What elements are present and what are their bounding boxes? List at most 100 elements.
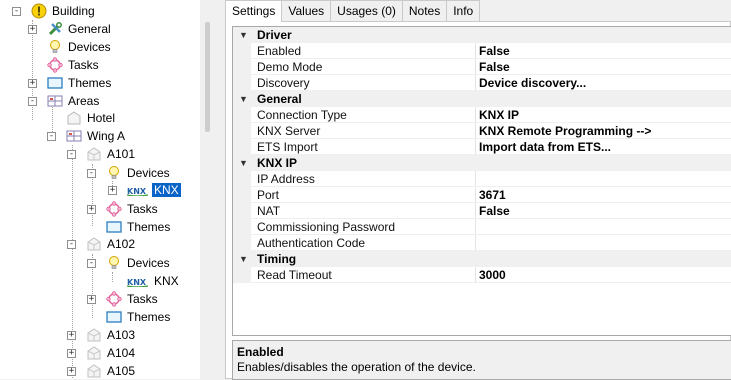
tab-values[interactable]: Values	[281, 0, 332, 21]
column-divider[interactable]	[475, 43, 476, 59]
category-collapse-icon[interactable]: ▼	[239, 254, 249, 264]
tree-node[interactable]: Hotel	[66, 109, 117, 127]
tree-node[interactable]: General	[47, 20, 113, 38]
tree-node[interactable]: A105	[86, 362, 137, 379]
tree-node-label: Building	[52, 4, 95, 18]
collapse-toggle[interactable]: -	[28, 97, 37, 106]
property-value[interactable]: Import data from ETS...	[479, 140, 729, 154]
property-row[interactable]: Port 3671	[233, 187, 731, 203]
project-tree[interactable]: - Building + General Devices Tasks + Themes - Are…	[0, 0, 215, 379]
tree-node-label: Tasks	[68, 58, 99, 72]
column-divider[interactable]	[475, 267, 476, 283]
property-name: Port	[257, 188, 280, 202]
tree-node[interactable]: Building	[31, 2, 97, 20]
grid-category[interactable]: ▼ Driver	[233, 27, 731, 43]
property-row[interactable]: IP Address	[233, 171, 731, 187]
property-row[interactable]: Connection Type KNX IP	[233, 107, 731, 123]
tree-node-label: Themes	[127, 220, 171, 234]
expand-toggle[interactable]: +	[28, 79, 37, 88]
column-divider[interactable]	[475, 75, 476, 91]
themes-icon	[106, 219, 122, 235]
tree-node[interactable]: Devices	[106, 164, 172, 182]
category-label: Driver	[257, 28, 292, 42]
tab-notes[interactable]: Notes	[401, 0, 448, 21]
grid-category[interactable]: ▼ General	[233, 91, 731, 107]
tree-node[interactable]: A104	[86, 344, 137, 362]
tree-node[interactable]: Devices	[106, 254, 172, 272]
tab-settings[interactable]: Settings	[225, 0, 283, 22]
column-divider[interactable]	[475, 123, 476, 139]
category-label: KNX IP	[257, 156, 298, 170]
expand-toggle[interactable]: +	[28, 25, 37, 34]
column-divider[interactable]	[475, 187, 476, 203]
tree-node[interactable]: Tasks	[106, 290, 160, 308]
column-divider[interactable]	[475, 107, 476, 123]
column-divider[interactable]	[475, 171, 476, 187]
row-gutter	[233, 187, 251, 203]
tree-node[interactable]: Themes	[106, 308, 172, 326]
tree-node[interactable]: A101	[86, 145, 137, 163]
tree-node[interactable]: KNX KNX	[127, 181, 181, 199]
column-divider[interactable]	[475, 235, 476, 251]
property-value[interactable]: False	[479, 60, 729, 74]
tree-node[interactable]: Themes	[47, 74, 113, 92]
tree-node[interactable]: A103	[86, 326, 137, 344]
collapse-toggle[interactable]: -	[67, 150, 76, 159]
tree-node[interactable]: Devices	[47, 38, 113, 56]
expand-toggle[interactable]: +	[67, 331, 76, 340]
property-row[interactable]: Authentication Code	[233, 235, 731, 251]
property-row[interactable]: Read Timeout 3000	[233, 267, 731, 283]
tree-node[interactable]: Themes	[106, 218, 172, 236]
tab-usages-0[interactable]: Usages (0)	[330, 0, 403, 21]
row-gutter	[233, 203, 251, 219]
property-value[interactable]: 3000	[479, 268, 729, 282]
property-row[interactable]: ETS Import Import data from ETS...	[233, 139, 731, 155]
column-divider[interactable]	[475, 139, 476, 155]
property-row[interactable]: KNX Server KNX Remote Programming -->	[233, 123, 731, 139]
tree-node[interactable]: Areas	[47, 92, 101, 110]
tree-node[interactable]: Wing A	[66, 127, 127, 145]
room-icon	[86, 236, 102, 252]
column-divider[interactable]	[475, 59, 476, 75]
category-collapse-icon[interactable]: ▼	[239, 158, 249, 168]
tree-node-label: KNX	[152, 183, 181, 197]
property-value[interactable]: False	[479, 44, 729, 58]
grid-category[interactable]: ▼ KNX IP	[233, 155, 731, 171]
collapse-toggle[interactable]: -	[67, 240, 76, 249]
property-grid[interactable]: ▼ Driver Enabled False Demo Mode False Discove…	[232, 26, 731, 336]
category-collapse-icon[interactable]: ▼	[239, 30, 249, 40]
property-value[interactable]: Device discovery...	[479, 76, 729, 90]
property-value[interactable]: KNX IP	[479, 108, 729, 122]
property-row[interactable]: Commissioning Password	[233, 219, 731, 235]
expand-toggle[interactable]: +	[87, 205, 96, 214]
expand-toggle[interactable]: +	[108, 186, 117, 195]
tree-node[interactable]: A102	[86, 235, 137, 253]
tree-node[interactable]: KNX KNX	[127, 272, 181, 290]
column-divider[interactable]	[475, 219, 476, 235]
tree-node[interactable]: Tasks	[106, 200, 160, 218]
collapse-toggle[interactable]: -	[87, 259, 96, 268]
property-row[interactable]: Enabled False	[233, 43, 731, 59]
expand-toggle[interactable]: +	[67, 349, 76, 358]
tree-node-label: A105	[107, 364, 136, 378]
property-value[interactable]: 3671	[479, 188, 729, 202]
category-collapse-icon[interactable]: ▼	[239, 94, 249, 104]
property-row[interactable]: Discovery Device discovery...	[233, 75, 731, 91]
property-value[interactable]: KNX Remote Programming -->	[479, 124, 729, 138]
tree-node-label: KNX	[154, 274, 179, 288]
collapse-toggle[interactable]: -	[47, 132, 56, 141]
tree-node[interactable]: Tasks	[47, 56, 101, 74]
collapse-toggle[interactable]: -	[87, 169, 96, 178]
expand-toggle[interactable]: +	[87, 295, 96, 304]
property-value[interactable]: False	[479, 204, 729, 218]
grid-category[interactable]: ▼ Timing	[233, 251, 731, 267]
tab-info[interactable]: Info	[446, 0, 481, 21]
expand-toggle[interactable]: +	[67, 367, 76, 376]
tree-scroll-thumb[interactable]	[205, 22, 210, 132]
property-row[interactable]: Demo Mode False	[233, 59, 731, 75]
tree-node-label: A101	[107, 147, 136, 161]
property-row[interactable]: NAT False	[233, 203, 731, 219]
tasks-icon	[106, 291, 122, 307]
collapse-toggle[interactable]: -	[12, 7, 21, 16]
column-divider[interactable]	[475, 203, 476, 219]
